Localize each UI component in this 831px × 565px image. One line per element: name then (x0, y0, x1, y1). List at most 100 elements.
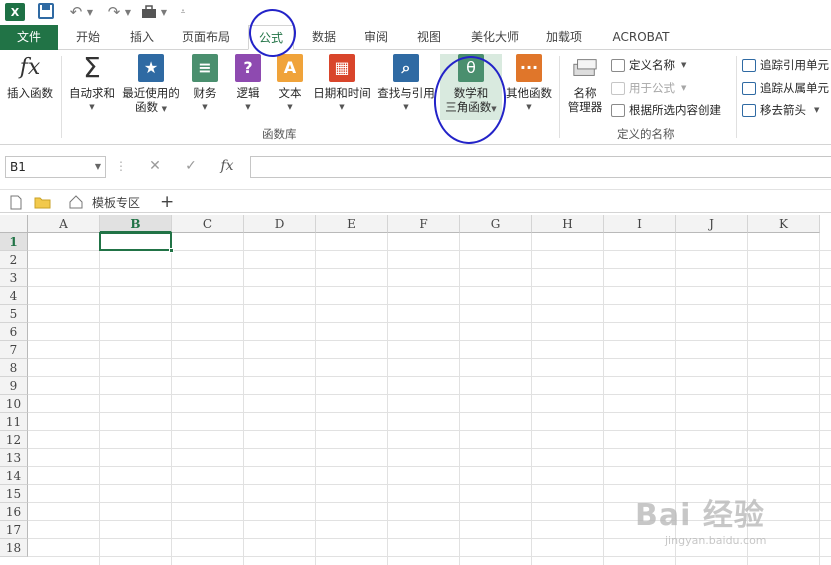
row-header-13[interactable]: 13 (0, 449, 28, 467)
row-header-15[interactable]: 15 (0, 485, 28, 503)
tab-insert[interactable]: 插入 (120, 25, 164, 50)
gridline-horizontal (28, 538, 831, 539)
undo-icon[interactable]: ↶ (68, 3, 84, 21)
text-button[interactable]: A 文本 ▼ (270, 54, 310, 114)
date-time-button[interactable]: ▦ 日期和时间 ▼ (311, 54, 373, 114)
trace-precedents-icon (742, 58, 756, 72)
new-file-icon[interactable] (10, 193, 22, 211)
text-label: 文本 (278, 86, 302, 100)
row-header-7[interactable]: 7 (0, 341, 28, 359)
row-header-17[interactable]: 17 (0, 521, 28, 539)
column-header-f[interactable]: F (388, 215, 460, 233)
tab-acrobat[interactable]: ACROBAT (606, 25, 676, 50)
customize-icon[interactable]: ⩡ (178, 3, 188, 21)
column-header-b[interactable]: B (100, 215, 172, 233)
lookup-icon: ⌕ (393, 54, 419, 82)
use-in-formula-button[interactable]: 用于公式 ▼ (611, 79, 686, 97)
create-from-selection-button[interactable]: 根据所选内容创建 (611, 101, 721, 119)
formula-bar-grip-icon: ⋮ (115, 159, 127, 173)
row-header-2[interactable]: 2 (0, 251, 28, 269)
financial-button[interactable]: ≡ 财务 ▼ (185, 54, 225, 114)
column-header-k[interactable]: K (748, 215, 820, 233)
formula-input[interactable] (250, 156, 831, 178)
column-header-h[interactable]: H (532, 215, 604, 233)
row-header-11[interactable]: 11 (0, 413, 28, 431)
column-header-i[interactable]: I (604, 215, 676, 233)
row-header-18[interactable]: 18 (0, 539, 28, 557)
tab-file[interactable]: 文件 (0, 25, 58, 50)
tab-formulas[interactable]: 公式 (248, 25, 294, 50)
row-header-3[interactable]: 3 (0, 269, 28, 287)
remove-arrows-button[interactable]: 移去箭头 ▼ (742, 101, 819, 119)
row-header-1[interactable]: 1 (0, 233, 28, 251)
lookup-reference-button[interactable]: ⌕ 查找与引用 ▼ (374, 54, 438, 114)
folder-icon[interactable] (34, 193, 51, 211)
math-trig-button[interactable]: θ 数学和 三角函数▼ (440, 54, 502, 120)
tab-page-layout[interactable]: 页面布局 (174, 25, 238, 50)
active-cell[interactable] (99, 232, 174, 253)
redo-icon[interactable]: ↷ (106, 3, 122, 21)
column-header-g[interactable]: G (460, 215, 532, 233)
trace-precedents-button[interactable]: 追踪引用单元 (742, 56, 829, 74)
gridline-vertical (747, 233, 748, 565)
tab-addins[interactable]: 加载项 (538, 25, 590, 50)
recently-used-button[interactable]: ★ 最近使用的 函数 ▼ (120, 54, 182, 116)
tab-home[interactable]: 开始 (66, 25, 110, 50)
row-header-14[interactable]: 14 (0, 467, 28, 485)
chevron-down-icon: ▼ (681, 61, 687, 69)
redo-dropdown-icon[interactable]: ▼ (124, 3, 132, 21)
name-box[interactable]: B1 ▼ (5, 156, 106, 178)
function-library-group-label: 函数库 (262, 127, 297, 141)
save-icon[interactable] (38, 3, 54, 19)
question-icon: ? (235, 54, 261, 82)
tab-review[interactable]: 审阅 (356, 25, 396, 50)
gridline-vertical (387, 233, 388, 565)
more-icon: ··· (516, 54, 542, 82)
gridline-horizontal (28, 286, 831, 287)
define-name-icon (611, 58, 625, 72)
toolbox-icon[interactable] (140, 3, 158, 21)
tab-data[interactable]: 数据 (304, 25, 344, 50)
name-manager-button[interactable]: 名称 管理器 (562, 54, 608, 114)
toolbox-dropdown-icon[interactable]: ▼ (160, 3, 168, 21)
insert-function-button[interactable]: fx 插入函数 (2, 54, 58, 101)
cancel-icon[interactable]: ✕ (140, 156, 170, 178)
worksheet-grid[interactable]: A B C D E F G H I J K 1 2 3 4 5 6 7 8 9 10 11 12 13 14 15 16 17 18 (0, 215, 831, 565)
select-all-corner[interactable] (0, 215, 28, 233)
row-header-5[interactable]: 5 (0, 305, 28, 323)
row-header-8[interactable]: 8 (0, 359, 28, 377)
column-header-c[interactable]: C (172, 215, 244, 233)
row-header-16[interactable]: 16 (0, 503, 28, 521)
fill-handle[interactable] (169, 248, 174, 253)
row-header-4[interactable]: 4 (0, 287, 28, 305)
gridline-horizontal (28, 394, 831, 395)
trace-dependents-button[interactable]: 追踪从属单元 (742, 79, 829, 97)
remove-arrows-label: 移去箭头 (760, 103, 806, 117)
insert-function-label: 插入函数 (7, 86, 53, 100)
home-icon (69, 195, 83, 209)
column-header-j[interactable]: J (676, 215, 748, 233)
column-header-e[interactable]: E (316, 215, 388, 233)
add-tab-icon[interactable]: + (160, 192, 174, 212)
template-zone-tab[interactable]: 模板专区 (68, 193, 140, 211)
gridline-vertical (531, 233, 532, 565)
row-header-12[interactable]: 12 (0, 431, 28, 449)
row-header-6[interactable]: 6 (0, 323, 28, 341)
enter-icon[interactable]: ✓ (176, 156, 206, 178)
autosum-button[interactable]: Σ 自动求和 ▼ (64, 54, 120, 114)
row-header-10[interactable]: 10 (0, 395, 28, 413)
undo-dropdown-icon[interactable]: ▼ (86, 3, 94, 21)
row-header-9[interactable]: 9 (0, 377, 28, 395)
more-functions-button[interactable]: ··· 其他函数 ▼ (503, 54, 555, 114)
column-header-a[interactable]: A (28, 215, 100, 233)
insert-function-icon[interactable]: fx (212, 156, 242, 178)
define-name-button[interactable]: 定义名称 ▼ (611, 56, 686, 74)
gridline-horizontal (28, 556, 831, 557)
tab-beautify-master[interactable]: 美化大师 (463, 25, 527, 50)
tab-view[interactable]: 视图 (409, 25, 449, 50)
logical-button[interactable]: ? 逻辑 ▼ (228, 54, 268, 114)
financial-label: 财务 (193, 86, 217, 100)
math-trig-label-1: 数学和 (453, 86, 489, 100)
chevron-down-icon: ▼ (526, 103, 532, 111)
column-header-d[interactable]: D (244, 215, 316, 233)
